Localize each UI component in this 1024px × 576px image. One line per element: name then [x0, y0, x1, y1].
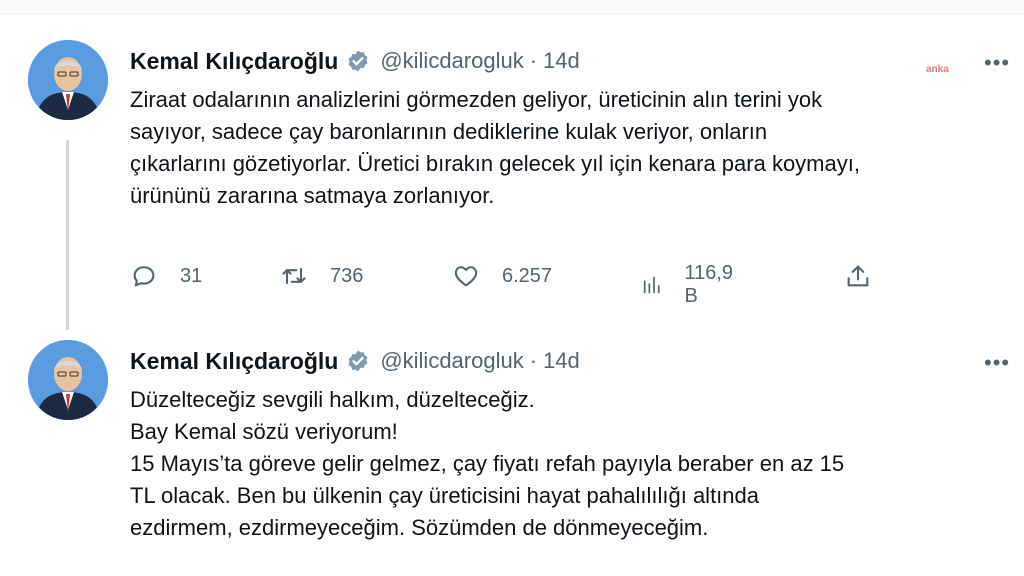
more-options-icon[interactable]: •••	[984, 50, 1010, 76]
author-handle[interactable]: @kilicdarogluk	[380, 48, 523, 74]
tweet-text-line: Düzelteceğiz sevgili halkım, düzelteceği…	[130, 387, 535, 412]
separator: ·	[529, 348, 538, 373]
author-name[interactable]: Kemal Kılıçdaroğlu	[130, 48, 338, 75]
retweet-icon	[282, 267, 306, 285]
tweet-text-line: Bay Kemal sözü veriyorum!	[130, 419, 398, 444]
share-icon	[847, 265, 869, 287]
tweet-header: Kemal Kılıçdaroğlu @kilicdarogluk · 14d	[130, 46, 580, 76]
separator: ·	[529, 48, 538, 73]
watermark-logo: anka	[926, 64, 949, 75]
thread-connector-line	[66, 140, 69, 330]
analytics-icon	[643, 276, 660, 294]
avatar[interactable]	[28, 40, 108, 120]
tweet-text-line: sayıyor, sadece çay baronlarının dedikle…	[130, 119, 768, 144]
tweet-text: Düzelteceğiz sevgili halkım, düzelteceği…	[130, 384, 1010, 544]
top-border	[0, 0, 1024, 15]
like-count: 6.257	[502, 264, 553, 287]
reply-icon	[133, 266, 155, 287]
tweet-text-line: çıkarlarını gözetiyorlar. Üretici bırakı…	[130, 151, 860, 176]
timestamp[interactable]: 14d	[543, 348, 580, 374]
retweet-count: 736	[330, 264, 364, 287]
tweet-text-line: ezdirmem, ezdirmeyeceğim. Sözümden de dö…	[130, 515, 709, 540]
tweet-text-line: 15 Mayıs’ta göreve gelir gelmez, çay fiy…	[130, 451, 845, 476]
more-options-icon[interactable]: •••	[984, 350, 1010, 376]
verified-badge-icon	[346, 49, 370, 73]
reply-button[interactable]: 31	[130, 262, 202, 290]
reply-count: 31	[180, 264, 203, 287]
tweet-header: Kemal Kılıçdaroğlu @kilicdarogluk · 14d	[130, 346, 580, 376]
retweet-button[interactable]: 736	[280, 262, 363, 290]
like-button[interactable]: 6.257	[452, 262, 552, 290]
share-button[interactable]	[844, 262, 872, 290]
tweet-text-line: ürününü zararına satmaya zorlanıyor.	[130, 183, 495, 208]
heart-icon	[454, 266, 478, 287]
verified-badge-icon	[346, 349, 370, 373]
views-button[interactable]: 116,9 B	[640, 262, 739, 308]
avatar[interactable]	[28, 340, 108, 420]
timestamp[interactable]: 14d	[543, 48, 580, 74]
tweet-text: Ziraat odalarının analizlerini görmezden…	[130, 84, 1010, 212]
author-handle[interactable]: @kilicdarogluk	[380, 348, 523, 374]
tweet-text-line: Ziraat odalarının analizlerini görmezden…	[130, 87, 823, 112]
author-name[interactable]: Kemal Kılıçdaroğlu	[130, 348, 338, 375]
view-count: 116,9 B	[684, 262, 734, 307]
tweet-text-line: TL olacak. Ben bu ülkenin çay üreticisin…	[130, 483, 759, 508]
